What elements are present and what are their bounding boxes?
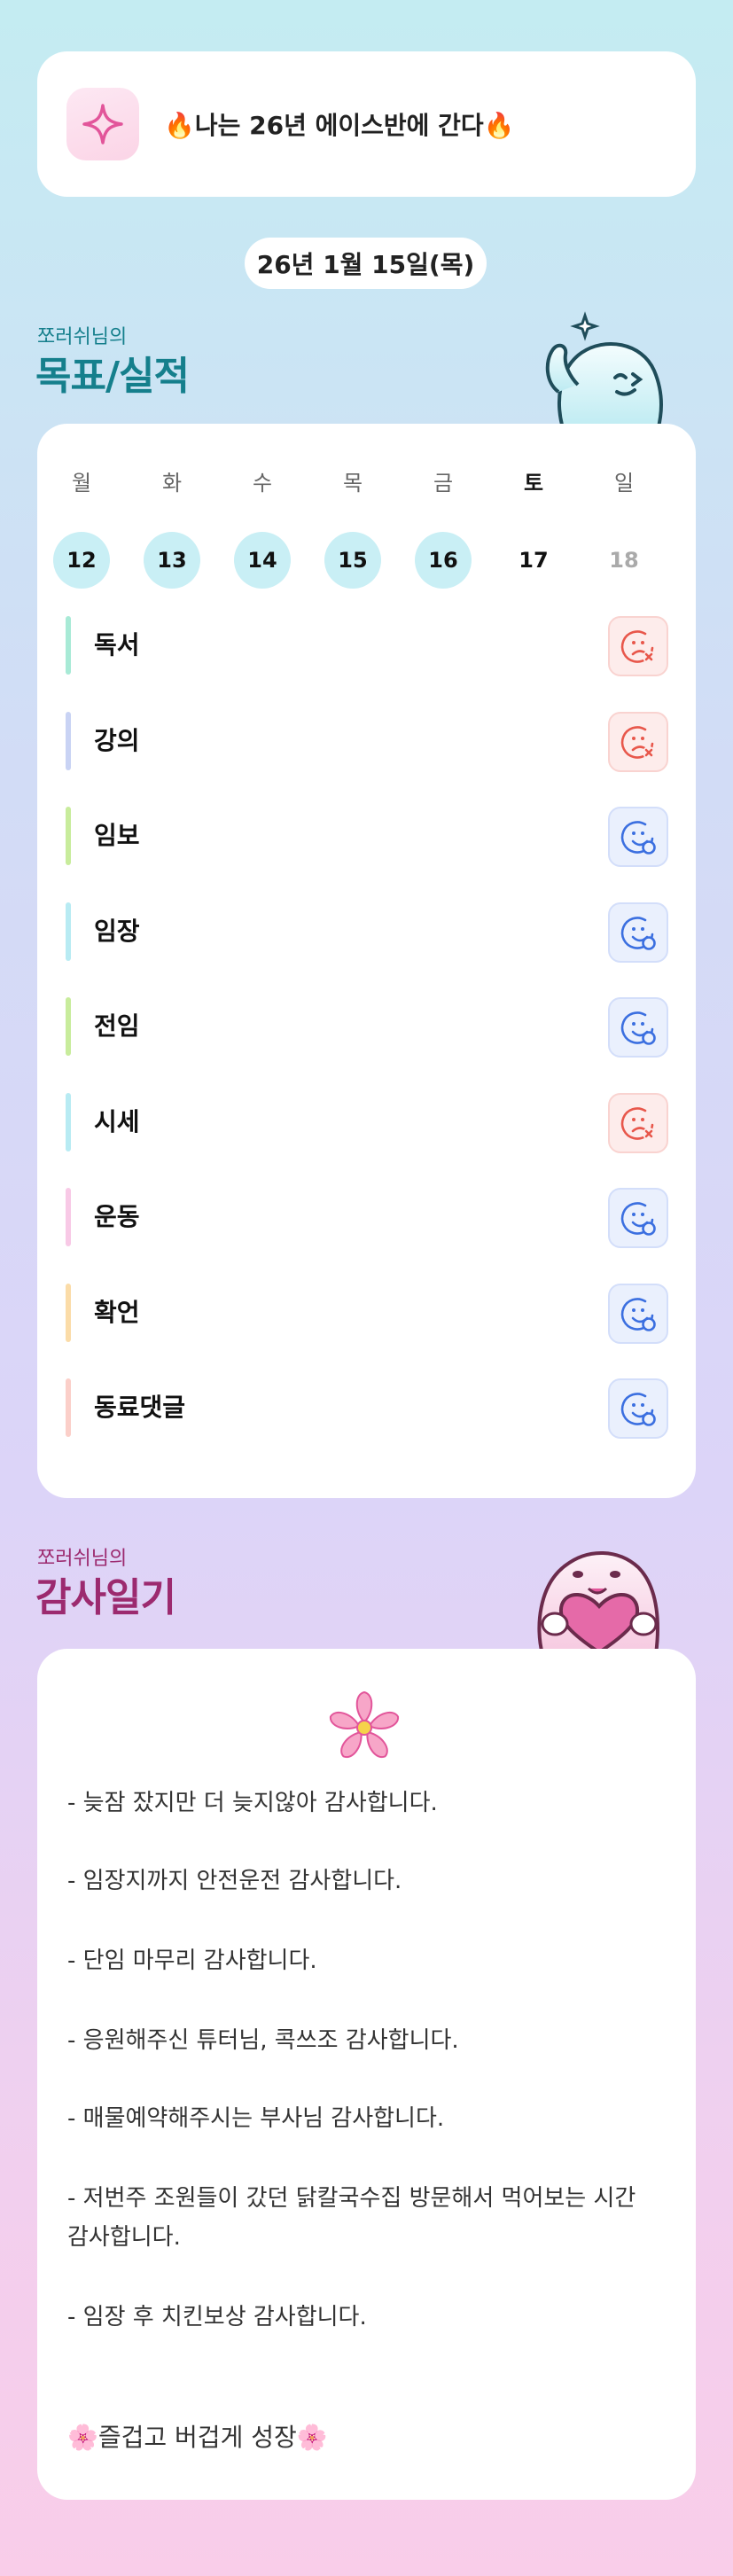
task-color-bar xyxy=(66,1188,71,1246)
day-name: 토 xyxy=(523,471,544,496)
day-number: 12 xyxy=(53,532,110,589)
day-fri[interactable]: 금 16 xyxy=(413,468,473,589)
task-row: 강의 xyxy=(66,712,668,772)
day-name: 목 xyxy=(342,471,363,496)
task-label: 독서 xyxy=(94,630,140,660)
thanks-line: - 임장지까지 안전운전 감사합니다. xyxy=(67,1868,402,1894)
task-row: 시세 xyxy=(66,1093,668,1153)
mascot-waving-icon xyxy=(545,311,663,431)
task-color-bar xyxy=(66,616,71,675)
thanks-line: - 임장 후 치킨보상 감사합니다. xyxy=(67,2304,367,2330)
day-sat[interactable]: 토 17 xyxy=(503,468,564,589)
day-sun[interactable]: 일 18 xyxy=(594,468,654,589)
task-row: 확언 xyxy=(66,1284,668,1344)
sad-face-x-icon[interactable] xyxy=(608,1093,668,1153)
goal-card: 🔥나는 26년 에이스반에 간다🔥 xyxy=(37,51,696,197)
task-row: 독서 xyxy=(66,616,668,676)
sparkle-icon xyxy=(66,88,139,160)
day-mon[interactable]: 월 12 xyxy=(51,468,112,589)
day-wed[interactable]: 수 14 xyxy=(232,468,292,589)
day-number: 14 xyxy=(234,532,291,589)
task-color-bar xyxy=(66,1093,71,1151)
day-thu[interactable]: 목 15 xyxy=(323,468,383,589)
task-row: 전임 xyxy=(66,997,668,1058)
sad-face-x-icon[interactable] xyxy=(608,712,668,772)
task-label: 임보 xyxy=(94,821,140,850)
day-name: 일 xyxy=(613,471,635,496)
week-strip: 월 12 화 13 수 14 목 15 금 16 토 17 일 18 xyxy=(51,468,654,589)
day-number: 13 xyxy=(144,532,200,589)
happy-face-check-icon[interactable] xyxy=(608,997,668,1058)
day-tue[interactable]: 화 13 xyxy=(142,468,202,589)
thanks-line: - 저번주 조원들이 갔던 닭칼국수집 방문해서 먹어보는 시간 감사합니다. xyxy=(67,2185,636,2251)
task-color-bar xyxy=(66,1378,71,1437)
happy-face-check-icon[interactable] xyxy=(608,1284,668,1344)
closing-text: 🌸즐겁고 버겁게 성장🌸 xyxy=(67,2423,328,2452)
task-color-bar xyxy=(66,997,71,1056)
task-label: 전임 xyxy=(94,1011,140,1041)
task-color-bar xyxy=(66,902,71,961)
thanks-line: - 매물예약해주시는 부사님 감사합니다. xyxy=(67,2105,445,2132)
mascot-heart-icon xyxy=(537,1551,659,1654)
thanks-line: - 응원해주신 튜터님, 콕쓰조 감사합니다. xyxy=(67,2027,459,2054)
thanks-line: - 늦잠 잤지만 더 늦지않아 감사합니다. xyxy=(67,1790,438,1816)
task-label: 임장 xyxy=(94,917,140,946)
happy-face-check-icon[interactable] xyxy=(608,807,668,867)
day-number: 16 xyxy=(415,532,472,589)
task-color-bar xyxy=(66,807,71,865)
day-name: 금 xyxy=(433,471,454,496)
day-name: 수 xyxy=(252,471,273,496)
day-number: 15 xyxy=(324,532,381,589)
cherry-blossom-icon xyxy=(329,1690,400,1759)
day-number: 18 xyxy=(609,548,639,573)
task-row: 임장 xyxy=(66,902,668,963)
day-name: 화 xyxy=(161,471,183,496)
task-color-bar xyxy=(66,712,71,770)
day-name: 월 xyxy=(71,471,92,496)
task-label: 강의 xyxy=(94,726,140,755)
day-number: 17 xyxy=(519,548,549,573)
happy-face-check-icon[interactable] xyxy=(608,902,668,963)
thanks-card xyxy=(37,1649,696,2500)
happy-face-check-icon[interactable] xyxy=(608,1378,668,1439)
task-label: 운동 xyxy=(94,1202,140,1231)
task-row: 운동 xyxy=(66,1188,668,1248)
task-color-bar xyxy=(66,1284,71,1342)
goals-title: 목표/실적 xyxy=(35,354,190,399)
task-label: 확언 xyxy=(94,1298,140,1327)
thanks-title: 감사일기 xyxy=(35,1575,176,1620)
happy-face-check-icon[interactable] xyxy=(608,1188,668,1248)
date-pill[interactable]: 26년 1월 15일(목) xyxy=(245,238,487,289)
thanks-line: - 단임 마무리 감사합니다. xyxy=(67,1948,317,1974)
task-label: 동료댓글 xyxy=(94,1393,186,1422)
task-label: 시세 xyxy=(94,1107,140,1136)
task-row: 임보 xyxy=(66,807,668,867)
sad-face-x-icon[interactable] xyxy=(608,616,668,676)
task-row: 동료댓글 xyxy=(66,1378,668,1439)
goal-text: 🔥나는 26년 에이스반에 간다🔥 xyxy=(164,111,515,140)
